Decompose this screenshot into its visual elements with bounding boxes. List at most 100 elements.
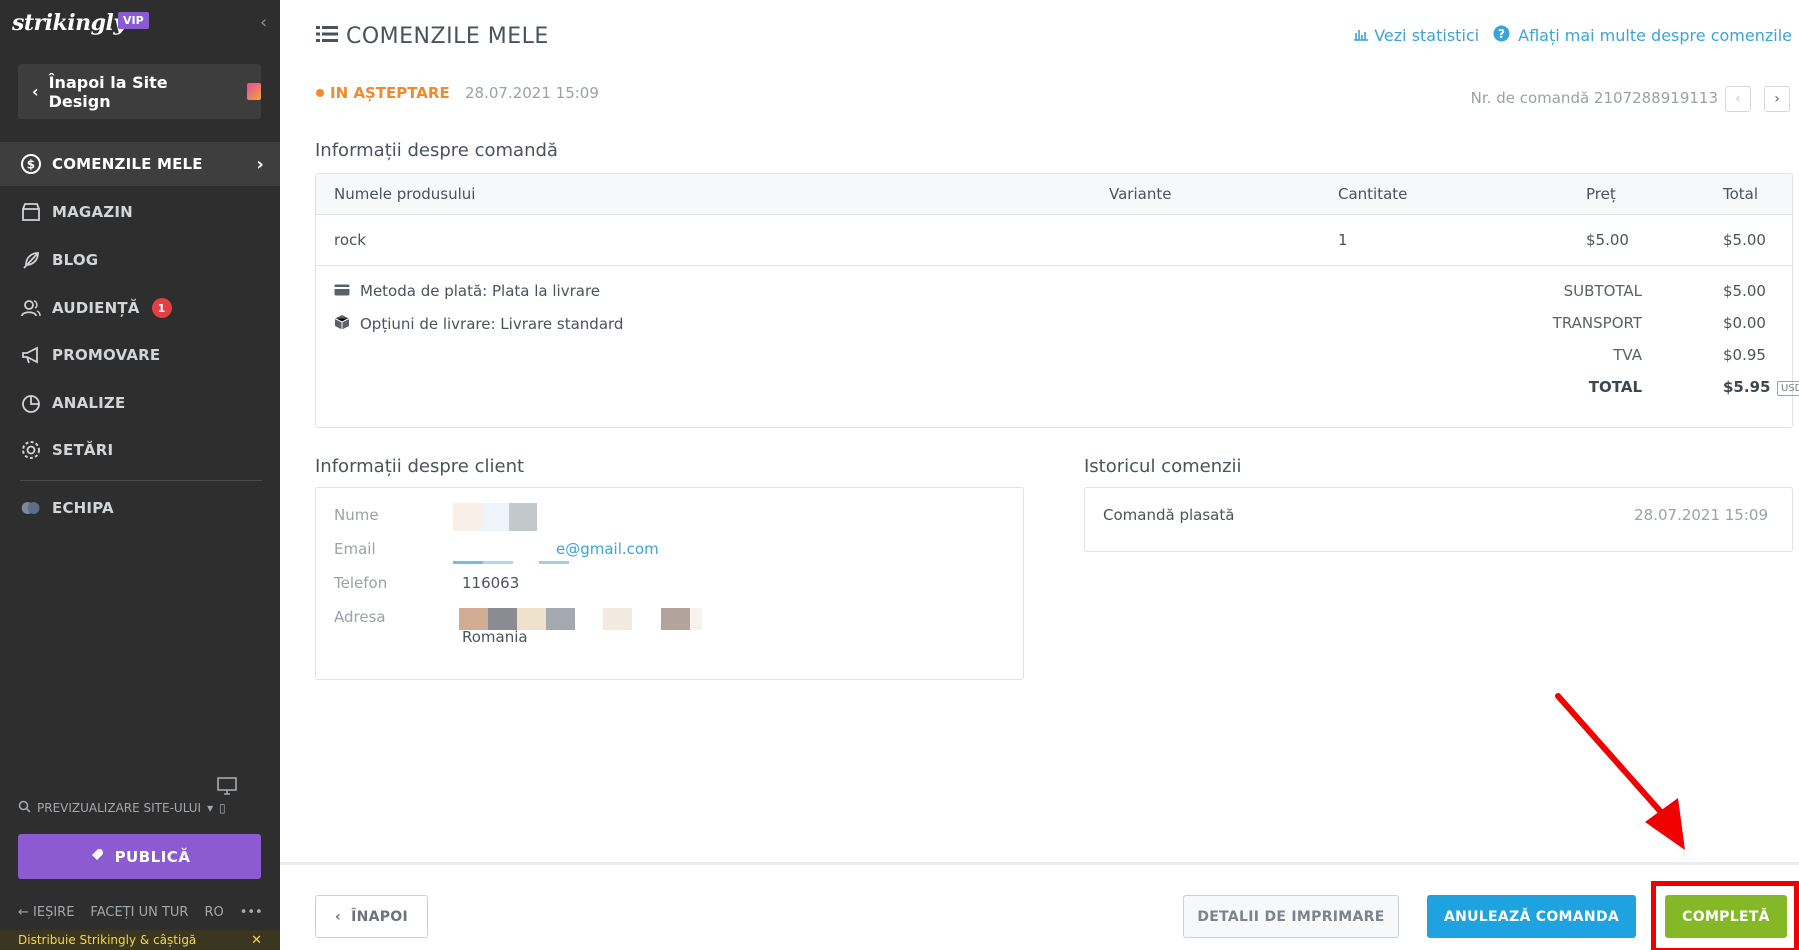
preview-site-toggle[interactable]: PREVIZUALIZARE SITE-ULUI ▾ ▯ <box>18 800 226 816</box>
more-options-icon[interactable]: ••• <box>240 905 263 920</box>
exit-link[interactable]: ← IEȘIRE <box>18 905 74 920</box>
currency-badge: USD <box>1777 381 1799 396</box>
desktop-preview-icon[interactable] <box>216 776 238 800</box>
collapse-sidebar-icon[interactable]: ‹ <box>260 12 267 33</box>
product-name: rock <box>334 231 366 249</box>
sidebar-item-orders[interactable]: $ COMENZILE MELE › <box>0 142 280 186</box>
table-header: Numele produsului Variante Cantitate Pre… <box>316 174 1792 215</box>
sidebar-divider <box>20 480 262 481</box>
promo-text: Distribuie Strikingly & câștigă <box>18 933 197 947</box>
column-header: Preț <box>1586 185 1616 203</box>
feather-icon <box>20 249 42 271</box>
product-total: $5.00 <box>1723 231 1766 249</box>
mobile-preview-icon[interactable]: ▯ <box>219 801 226 815</box>
column-header: Cantitate <box>1338 185 1408 203</box>
take-tour-link[interactable]: FACEȚI UN TUR <box>90 905 188 920</box>
order-history-title: Istoricul comenzii <box>1084 456 1242 477</box>
vip-badge: VIP <box>118 12 149 29</box>
store-icon <box>20 201 42 223</box>
subtotal-value: $5.00 <box>1723 282 1766 300</box>
rocket-icon <box>89 847 105 867</box>
chevron-left-icon: ‹ <box>1735 91 1741 107</box>
sidebar-item-promotion[interactable]: PROMOVARE <box>0 333 280 377</box>
client-email-value[interactable]: e@gmail.com <box>556 540 659 558</box>
package-icon <box>334 314 350 334</box>
sidebar-item-store[interactable]: MAGAZIN <box>0 190 280 234</box>
sidebar-item-label: AUDIENȚĂ <box>52 299 140 317</box>
client-name-label: Nume <box>334 506 379 524</box>
sidebar: strikingly VIP ‹ ‹ Înapoi la Site Design… <box>0 0 280 950</box>
client-info-panel: Nume Email e@gmail.com Telefon 116063 Ad… <box>315 487 1024 680</box>
view-statistics-link[interactable]: Vezi statistici <box>1353 26 1479 45</box>
pie-chart-icon <box>20 392 42 414</box>
dollar-circle-icon: $ <box>20 153 42 175</box>
product-quantity: 1 <box>1338 231 1348 249</box>
sidebar-item-settings[interactable]: SETĂRI <box>0 428 280 472</box>
grand-total-value: $5.95 <box>1723 378 1771 396</box>
sidebar-item-label: SETĂRI <box>52 441 114 459</box>
payment-method-text: Metoda de plată: Plata la livrare <box>360 282 601 300</box>
language-selector[interactable]: RO <box>204 905 223 920</box>
order-history-panel: Comandă plasată 28.07.2021 15:09 <box>1084 487 1793 552</box>
subtotal-label: SUBTOTAL <box>1563 282 1642 300</box>
referral-promo-banner[interactable]: Distribuie Strikingly & câștigă ✕ <box>0 930 280 950</box>
search-icon <box>18 800 31 816</box>
notification-badge: 1 <box>151 298 172 318</box>
list-icon <box>316 24 338 49</box>
main-content: COMENZILE MELE Vezi statistici ? Aflați … <box>280 0 1799 950</box>
sidebar-item-blog[interactable]: BLOG <box>0 238 280 282</box>
sidebar-item-label: MAGAZIN <box>52 203 133 221</box>
back-label: ÎNAPOI <box>351 908 408 925</box>
history-date: 28.07.2021 15:09 <box>1634 506 1768 524</box>
page-file-icon <box>247 83 261 100</box>
chevron-right-icon: › <box>256 153 264 175</box>
previous-order-button[interactable]: ‹ <box>1725 86 1751 112</box>
order-number: Nr. de comandă 2107288919113 <box>1470 89 1718 107</box>
sidebar-item-analytics[interactable]: ANALIZE <box>0 381 280 425</box>
megaphone-icon <box>20 344 42 366</box>
product-price: $5.00 <box>1586 231 1629 249</box>
exit-label: IEȘIRE <box>33 905 75 920</box>
annotation-arrow <box>1555 693 1685 850</box>
client-phone-label: Telefon <box>334 574 388 592</box>
sidebar-item-label: COMENZILE MELE <box>52 155 203 173</box>
order-info-title: Informații despre comandă <box>315 140 558 161</box>
complete-order-button[interactable]: COMPLETĂ <box>1665 895 1787 938</box>
tax-label: TVA <box>1613 346 1642 364</box>
publish-label: PUBLICĂ <box>114 847 191 866</box>
sidebar-item-team[interactable]: ECHIPA <box>0 486 280 530</box>
cancel-order-button[interactable]: ANULEAZĂ COMANDA <box>1427 895 1636 938</box>
publish-button[interactable]: PUBLICĂ <box>18 834 261 879</box>
strikingly-logo[interactable]: strikingly <box>12 10 126 36</box>
next-order-button[interactable]: › <box>1764 86 1790 112</box>
learn-more-link[interactable]: ? Aflați mai multe despre comenzile <box>1493 25 1792 46</box>
page-title: COMENZILE MELE <box>316 24 549 49</box>
chevron-left-icon: ‹ <box>334 908 342 925</box>
order-status-text: IN AȘTEPTARE <box>330 84 450 102</box>
svg-text:?: ? <box>1498 27 1505 41</box>
action-bar: ‹ ÎNAPOI DETALII DE IMPRIMARE ANULEAZĂ C… <box>280 862 1799 950</box>
back-to-site-design-button[interactable]: ‹ Înapoi la Site Design <box>18 64 261 119</box>
history-event: Comandă plasată <box>1103 506 1235 524</box>
shipping-cost-value: $0.00 <box>1723 314 1766 332</box>
column-header: Numele produsului <box>334 185 476 203</box>
view-statistics-label: Vezi statistici <box>1374 26 1480 45</box>
svg-text:$: $ <box>27 158 36 172</box>
chevron-left-icon: ‹ <box>32 82 39 101</box>
client-email-label: Email <box>334 540 376 558</box>
sidebar-item-audience[interactable]: AUDIENȚĂ 1 <box>0 286 280 330</box>
client-country: Romania <box>462 628 528 646</box>
print-details-button[interactable]: DETALII DE IMPRIMARE <box>1183 895 1399 938</box>
sidebar-item-label: BLOG <box>52 251 99 269</box>
gear-icon <box>20 439 42 461</box>
shipping-option: Opțiuni de livrare: Livrare standard <box>334 314 623 334</box>
help-icon: ? <box>1493 25 1510 46</box>
sidebar-item-label: ECHIPA <box>52 499 114 517</box>
client-info-title: Informații despre client <box>315 456 525 477</box>
table-row: rock 1 $5.00 $5.00 <box>316 215 1792 266</box>
sidebar-footer: ← IEȘIRE FACEȚI UN TUR RO ••• <box>18 905 263 920</box>
status-dot-icon <box>316 89 324 97</box>
shipping-cost-label: TRANSPORT <box>1552 314 1642 332</box>
close-icon[interactable]: ✕ <box>251 933 262 948</box>
back-button[interactable]: ‹ ÎNAPOI <box>315 895 428 938</box>
